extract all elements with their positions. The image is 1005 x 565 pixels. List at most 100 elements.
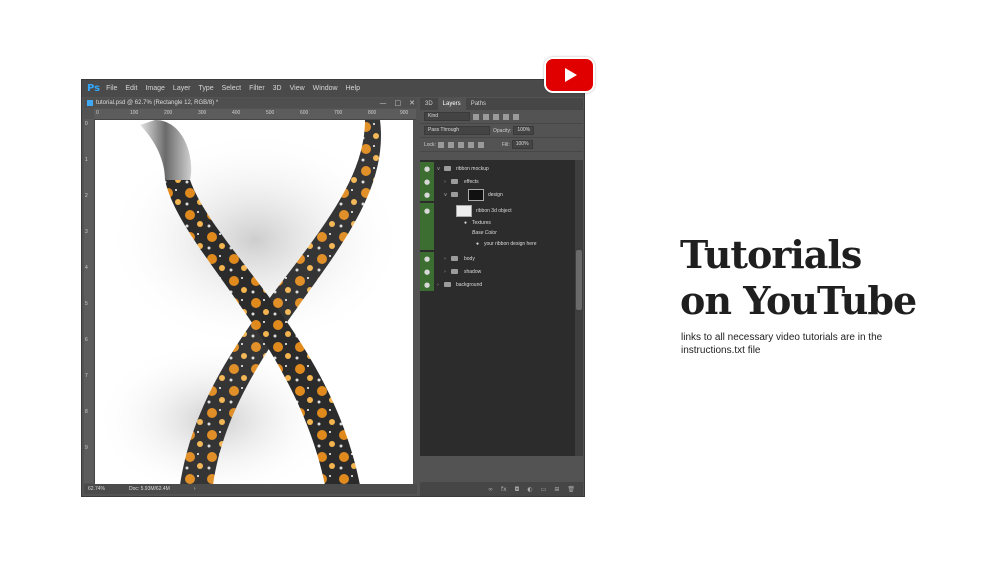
visibility-eye-icon[interactable]: ● [420, 278, 434, 291]
fx-icon[interactable]: fx [501, 486, 507, 493]
smart-object-filter-icon[interactable] [513, 113, 519, 120]
menu-filter[interactable]: Filter [249, 85, 265, 92]
layer-row-body[interactable]: ● › body [420, 252, 575, 265]
photoshop-window: Ps File Edit Image Layer Type Select Fil… [81, 79, 585, 497]
menu-window[interactable]: Window [313, 85, 338, 92]
new-group-icon[interactable]: ▭ [541, 486, 547, 493]
opacity-input[interactable]: 100% [513, 126, 535, 135]
new-layer-icon[interactable]: ⊞ [554, 486, 559, 493]
visibility-eye-icon[interactable]: ● [420, 162, 434, 175]
lock-artboard-icon[interactable] [467, 141, 474, 148]
ruler-tick: 7 [85, 373, 88, 379]
layer-row-your-ribbon-design[interactable]: ● your ribbon design here [420, 238, 575, 250]
layer-row-base-color[interactable]: Base Color [420, 228, 575, 238]
adjustment-icon[interactable]: ◐ [527, 486, 532, 493]
lock-label: Lock: [424, 141, 436, 148]
mask-thumbnail [468, 189, 484, 201]
adjustment-filter-icon[interactable] [483, 113, 489, 120]
promo-title-line2: on YouTube [680, 278, 917, 323]
layer-row-ribbon-3d-object[interactable]: ● ribbon 3d object [420, 203, 575, 218]
shape-filter-icon[interactable] [503, 113, 509, 120]
folder-icon [444, 166, 451, 171]
mask-icon[interactable]: ◘ [515, 486, 520, 493]
layer-row-ribbon-mockup[interactable]: ● v ribbon mockup [420, 162, 575, 175]
filter-kind-select[interactable]: Kind [424, 112, 470, 121]
photoshop-logo: Ps [87, 83, 101, 94]
layers-panel: 3D Layers Paths Kind Pass Through Opacit… [420, 98, 583, 496]
menu-3d[interactable]: 3D [273, 85, 282, 92]
tab-3d[interactable]: 3D [420, 98, 438, 110]
menu-help[interactable]: Help [346, 85, 360, 92]
3d-layer-thumbnail [456, 205, 472, 217]
panel-tabs: 3D Layers Paths [420, 98, 583, 110]
ruler-tick: 8 [85, 409, 88, 415]
chevron-right-icon[interactable]: › [444, 179, 446, 185]
visibility-bar [420, 218, 434, 228]
layer-name: your ribbon design here [484, 241, 537, 247]
minimize-icon[interactable]: — [380, 99, 387, 107]
menu-view[interactable]: View [290, 85, 305, 92]
status-arrow-icon[interactable]: › [194, 486, 196, 492]
ruler-tick: 800 [368, 110, 377, 116]
visibility-eye-icon[interactable]: ● [420, 175, 434, 188]
menu-edit[interactable]: Edit [125, 85, 137, 92]
lock-image-icon[interactable] [447, 141, 454, 148]
link-layers-icon[interactable]: ∞ [488, 486, 493, 493]
trash-icon[interactable]: 🗑 [567, 486, 575, 493]
pixel-filter-icon[interactable] [473, 113, 479, 120]
chevron-right-icon[interactable]: › [444, 269, 446, 275]
menu-image[interactable]: Image [145, 85, 164, 92]
visibility-eye-icon[interactable]: ● [420, 252, 434, 265]
menu-file[interactable]: File [106, 85, 117, 92]
layers-scrollbar[interactable] [575, 160, 583, 456]
blend-mode-select[interactable]: Pass Through [424, 126, 490, 135]
ruler-tick: 0 [85, 121, 88, 127]
folder-icon [444, 282, 451, 287]
type-filter-icon[interactable] [493, 113, 499, 120]
maximize-icon[interactable]: □ [395, 99, 402, 107]
tab-layers[interactable]: Layers [437, 98, 466, 110]
folder-icon [451, 269, 458, 274]
layer-row-shadow[interactable]: ● › shadow [420, 265, 575, 278]
ruler-tick: 2 [85, 193, 88, 199]
fill-input[interactable]: 100% [511, 140, 533, 149]
ruler-tick: 700 [334, 110, 343, 116]
ruler-tick: 4 [85, 265, 88, 271]
ruler-tick: 100 [130, 110, 139, 116]
close-icon[interactable]: ✕ [409, 99, 415, 107]
menu-type[interactable]: Type [198, 85, 213, 92]
scrollbar-thumb[interactable] [576, 250, 582, 310]
status-bar: 62.74% Doc: 5.93M/62.4M › [84, 484, 417, 494]
play-icon [565, 68, 577, 82]
chevron-down-icon[interactable]: v [444, 192, 447, 198]
eye-icon[interactable]: ● [476, 241, 479, 247]
youtube-logo[interactable] [544, 57, 595, 93]
chevron-right-icon[interactable]: › [444, 256, 446, 262]
menu-layer[interactable]: Layer [173, 85, 191, 92]
layer-row-textures[interactable]: ● Textures [420, 218, 575, 228]
menu-select[interactable]: Select [222, 85, 241, 92]
layer-name: shadow [464, 268, 482, 275]
layer-row-background[interactable]: ● › background [420, 278, 575, 291]
document-tab[interactable]: tutorial.psd @ 62.7% (Rectangle 12, RGB/… [84, 98, 417, 108]
eye-icon[interactable]: ● [464, 220, 467, 226]
document-canvas[interactable] [95, 120, 413, 485]
zoom-level[interactable]: 62.74% [88, 486, 105, 492]
lock-position-icon[interactable] [457, 141, 464, 148]
lock-transparent-icon[interactable] [437, 141, 444, 148]
visibility-eye-icon[interactable]: ● [420, 203, 434, 218]
layer-name: ribbon mockup [456, 165, 489, 172]
layer-row-effects[interactable]: ● › effects [420, 175, 575, 188]
opacity-label: Opacity: [493, 127, 512, 134]
layer-row-design[interactable]: ● v design [420, 188, 575, 201]
visibility-eye-icon[interactable]: ● [420, 265, 434, 278]
chevron-right-icon[interactable]: › [437, 282, 439, 288]
ruler-tick: 900 [400, 110, 409, 116]
chevron-down-icon[interactable]: v [437, 166, 440, 172]
layer-name: body [464, 255, 475, 262]
folder-icon [451, 179, 458, 184]
ruler-tick: 600 [300, 110, 309, 116]
tab-paths[interactable]: Paths [466, 98, 491, 110]
lock-all-icon[interactable] [477, 141, 484, 148]
visibility-eye-icon[interactable]: ● [420, 188, 434, 201]
